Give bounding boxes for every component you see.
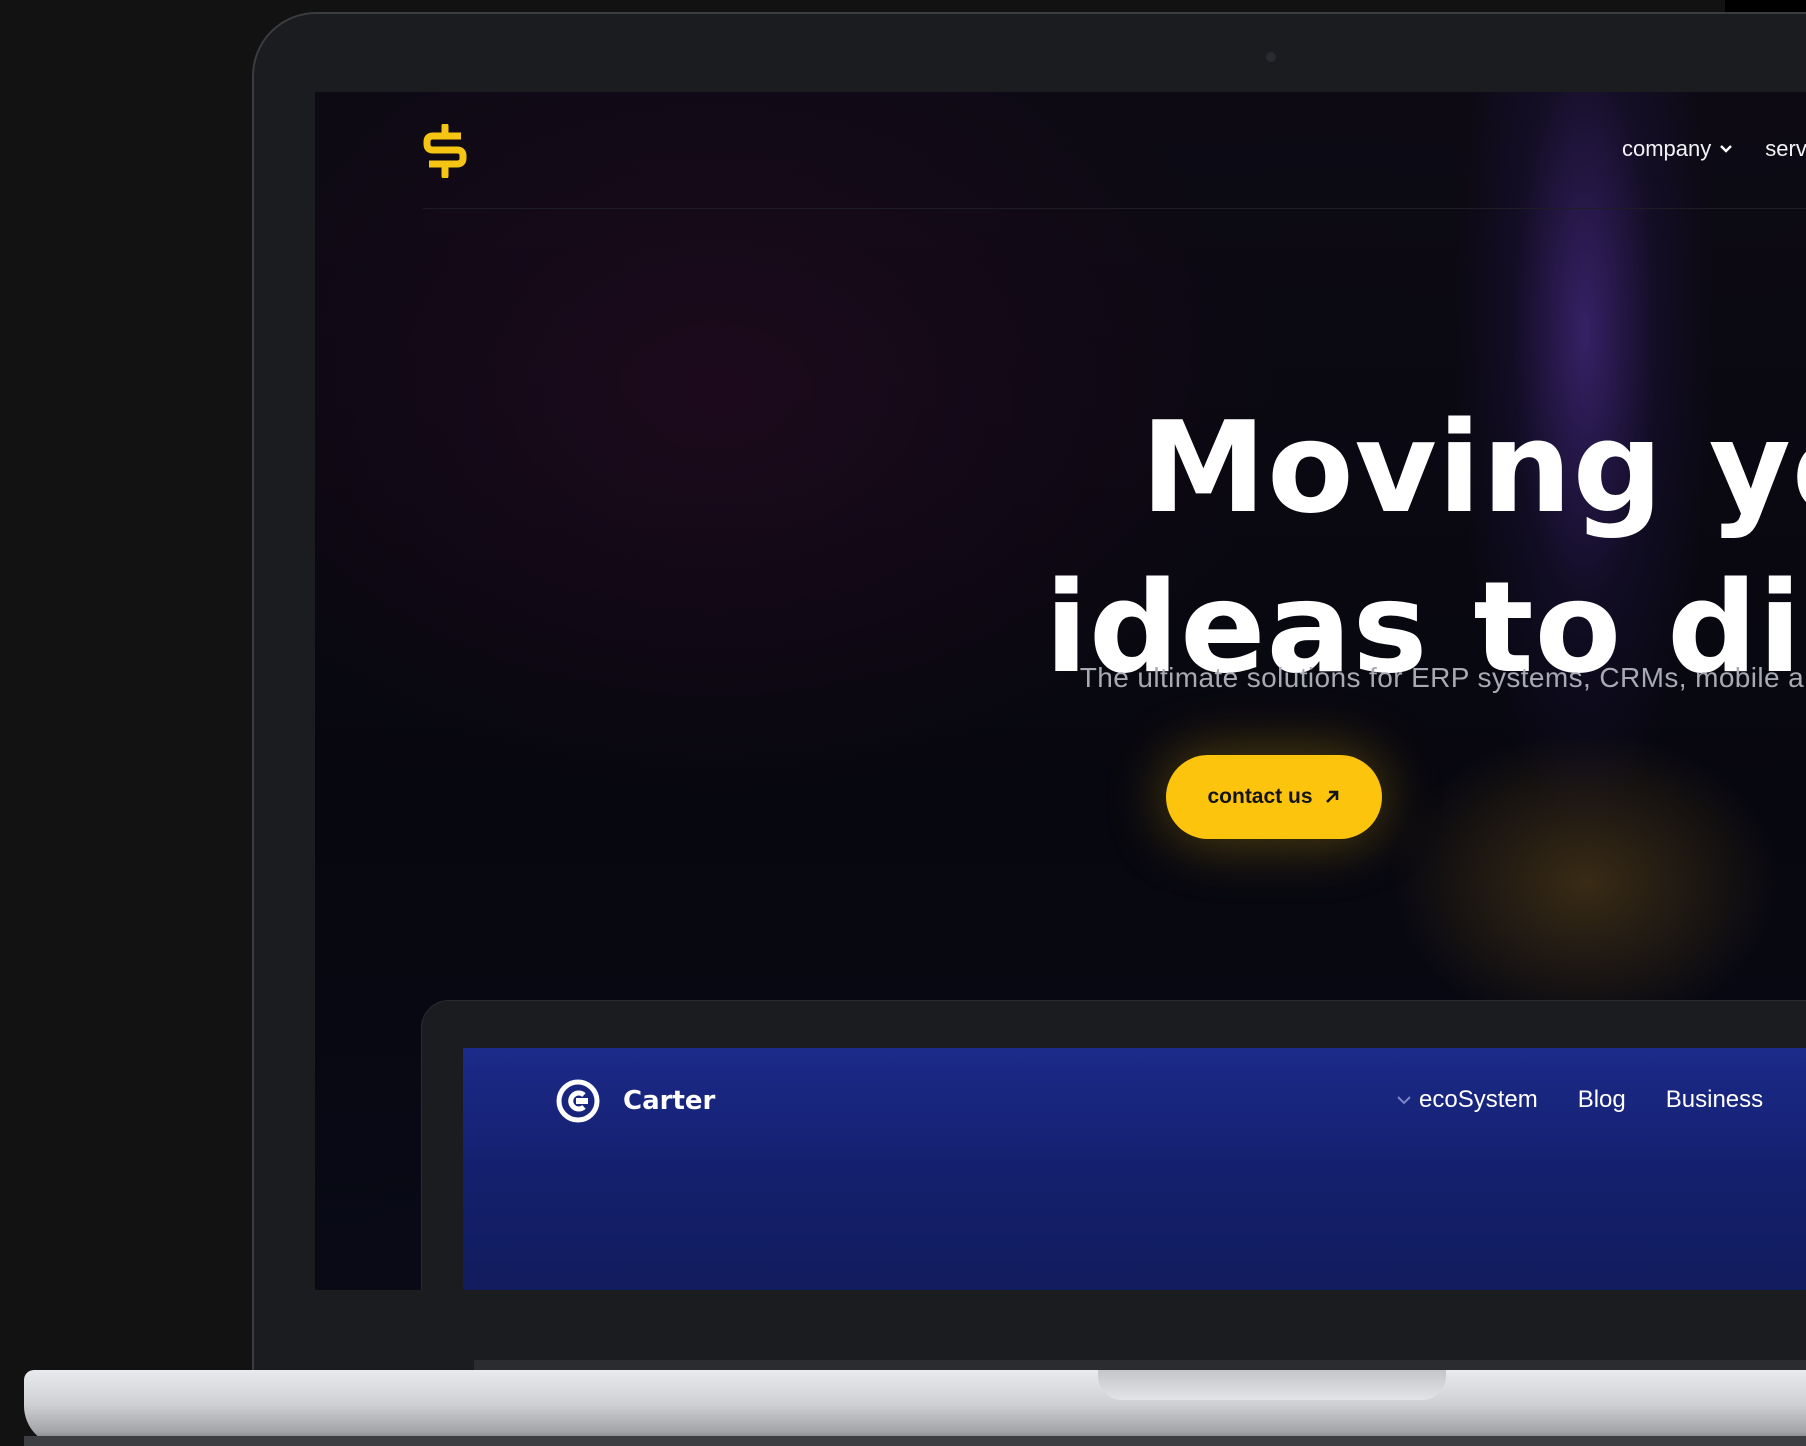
carter-nav-label: Blog — [1577, 1086, 1626, 1113]
carter-nav: ecoSystem Blog Business — [1395, 1086, 1763, 1114]
nav-item-company[interactable]: company — [1622, 136, 1733, 162]
chevron-down-icon — [1720, 145, 1733, 153]
nav-item-services[interactable]: services — [1765, 136, 1806, 162]
laptop-base — [24, 1370, 1806, 1446]
laptop-screen: company services wo Moving your ideas to… — [315, 92, 1806, 1290]
carter-nav-blog[interactable]: Blog — [1578, 1086, 1626, 1114]
hero-headline-line1: Moving your — [1140, 394, 1806, 541]
nav-item-label: company — [1622, 136, 1712, 161]
contact-us-label: contact us — [1207, 785, 1313, 808]
chevron-down-icon — [1397, 1096, 1411, 1105]
carter-nav-label: ecoSystem — [1419, 1086, 1538, 1113]
c-circle-logo-icon — [556, 1079, 600, 1123]
nav-links: company services wo — [1622, 136, 1806, 162]
bezel-edge — [1725, 0, 1806, 12]
nav-item-label: services — [1765, 136, 1806, 161]
site-logo-icon[interactable] — [423, 122, 467, 180]
hero-subtitle: The ultimate solutions for ERP systems, … — [1079, 662, 1806, 693]
arrow-up-right-icon — [1325, 790, 1338, 803]
camera — [1266, 52, 1276, 62]
preview-site: Carter ecoSystem Blog Business — [463, 1048, 1806, 1290]
carter-nav-ecosystem[interactable]: ecoSystem — [1395, 1086, 1538, 1114]
site-navbar: company services wo — [423, 92, 1806, 209]
carter-brand-name: Carter — [623, 1086, 716, 1116]
carter-nav-label: Business — [1665, 1086, 1764, 1113]
laptop-base-edge — [24, 1436, 1806, 1446]
contact-us-button[interactable]: contact us — [1166, 755, 1382, 839]
carter-logo[interactable]: Carter — [555, 1078, 715, 1124]
carter-nav-business[interactable]: Business — [1666, 1086, 1763, 1114]
laptop-notch — [1098, 1370, 1446, 1400]
